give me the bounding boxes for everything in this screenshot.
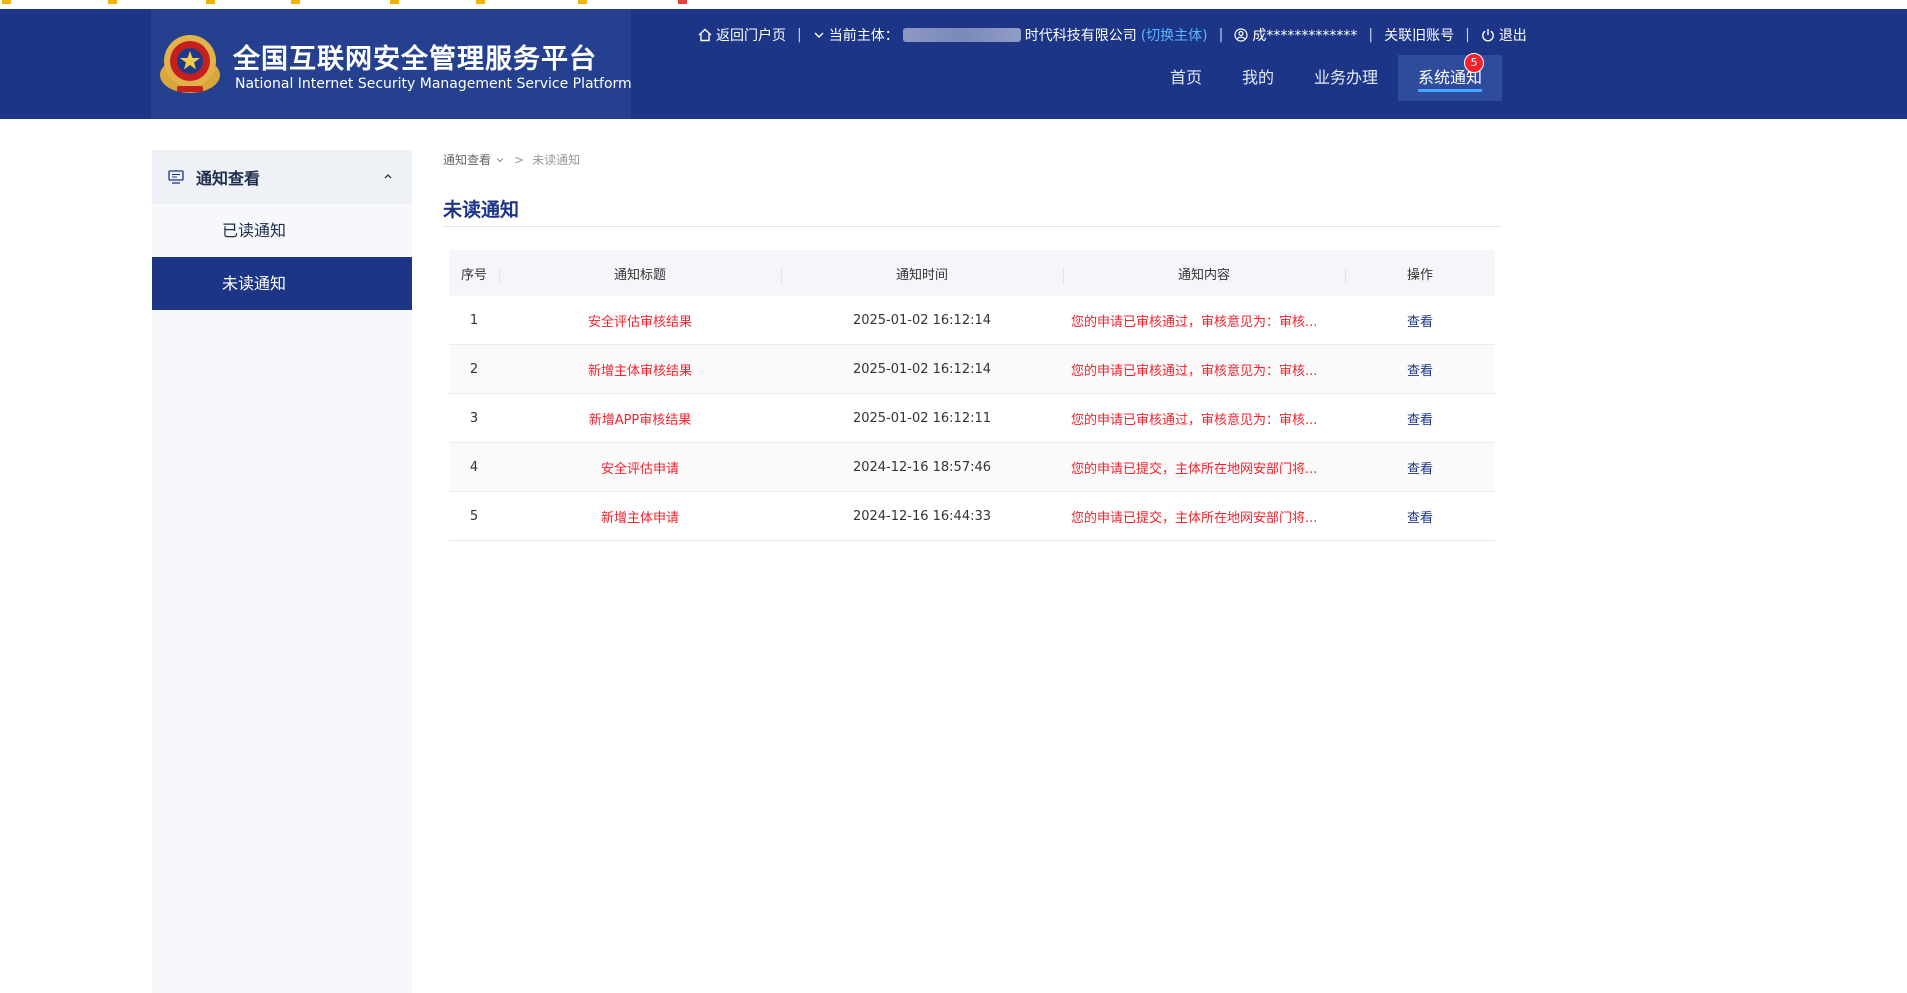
divider: | bbox=[1368, 27, 1374, 43]
divider: | bbox=[797, 27, 802, 43]
chevron-down-icon[interactable] bbox=[494, 154, 506, 166]
table-row: 3 新增APP审核结果 2025-01-02 16:12:11 您的申请已审核通… bbox=[449, 394, 1495, 443]
nav-home[interactable]: 首页 bbox=[1150, 55, 1222, 101]
cell-time: 2024-12-16 18:57:46 bbox=[852, 459, 992, 475]
cell-content: 您的申请已提交，主体所在地网安部门将... bbox=[1071, 510, 1318, 526]
logout-link[interactable]: 退出 bbox=[1499, 25, 1527, 45]
notice-count-badge: 5 bbox=[1464, 53, 1485, 73]
sidebar-item-unread[interactable]: 未读通知 bbox=[152, 257, 412, 310]
cell-content: 您的申请已提交，主体所在地网安部门将... bbox=[1071, 461, 1318, 477]
table-row: 1 安全评估审核结果 2025-01-02 16:12:14 您的申请已审核通过… bbox=[449, 296, 1495, 345]
cell-content: 您的申请已审核通过，审核意见为：审核... bbox=[1071, 412, 1318, 428]
breadcrumb-separator: > bbox=[514, 152, 525, 167]
chevron-up-icon[interactable] bbox=[382, 170, 394, 182]
breadcrumb: 通知查看 > 未读通知 bbox=[443, 151, 580, 168]
column-header-no: 序号 bbox=[460, 267, 487, 283]
view-button[interactable]: 查看 bbox=[1345, 409, 1495, 428]
switch-subject-link[interactable]: (切换主体) bbox=[1141, 25, 1208, 45]
cell-time: 2025-01-02 16:12:11 bbox=[852, 410, 992, 426]
browser-top-strip bbox=[0, 0, 1907, 9]
main-nav: 首页 我的 业务办理 系统通知 5 bbox=[1150, 53, 1503, 101]
divider: | bbox=[1218, 27, 1224, 43]
return-portal-link[interactable]: 返回门户页 bbox=[716, 25, 786, 45]
cell-time: 2025-01-02 16:12:14 bbox=[852, 312, 992, 328]
current-subject-name: 时代科技有限公司 bbox=[1024, 28, 1137, 44]
cell-time: 2024-12-16 16:44:33 bbox=[852, 508, 992, 524]
sidebar-group-notice-view[interactable]: 通知查看 bbox=[152, 150, 412, 204]
brand-title-cn: 全国互联网安全管理服务平台 bbox=[233, 44, 597, 75]
table-header: 序号 通知标题 通知时间 通知内容 操作 bbox=[449, 250, 1495, 296]
cell-title: 新增主体申请 bbox=[600, 510, 679, 526]
cell-content: 您的申请已审核通过，审核意见为：审核... bbox=[1071, 314, 1318, 330]
table-row: 4 安全评估申请 2024-12-16 18:57:46 您的申请已提交，主体所… bbox=[449, 443, 1495, 492]
home-icon bbox=[698, 28, 712, 42]
cell-title: 新增主体审核结果 bbox=[587, 363, 692, 379]
cell-no: 5 bbox=[469, 508, 479, 524]
page-title: 未读通知 bbox=[443, 199, 520, 221]
notice-table: 序号 通知标题 通知时间 通知内容 操作 1 安全评估审核结果 2025-01-… bbox=[449, 250, 1495, 541]
column-header-time: 通知时间 bbox=[781, 264, 1063, 284]
nav-system-notice[interactable]: 系统通知 5 bbox=[1398, 53, 1503, 101]
redacted-subject-name bbox=[902, 28, 1021, 42]
column-header-title: 通知标题 bbox=[499, 264, 781, 284]
user-name[interactable]: 成************* bbox=[1252, 25, 1357, 45]
divider: | bbox=[1465, 27, 1470, 43]
cell-no: 3 bbox=[469, 410, 479, 426]
sidebar-group-label: 通知查看 bbox=[196, 169, 261, 188]
cell-title: 新增APP审核结果 bbox=[588, 412, 692, 428]
current-subject-label: 当前主体： bbox=[828, 28, 899, 44]
sidebar-item-read[interactable]: 已读通知 bbox=[152, 204, 412, 257]
table-row: 5 新增主体申请 2024-12-16 16:44:33 您的申请已提交，主体所… bbox=[449, 492, 1495, 541]
chevron-down-icon[interactable] bbox=[813, 29, 825, 41]
cell-no: 2 bbox=[469, 361, 479, 377]
brand-title-en: National Internet Security Management Se… bbox=[235, 76, 632, 92]
monitor-icon bbox=[168, 170, 184, 184]
view-button[interactable]: 查看 bbox=[1345, 507, 1495, 526]
police-emblem-icon bbox=[160, 35, 220, 93]
cell-content: 您的申请已审核通过，审核意见为：审核... bbox=[1071, 363, 1318, 379]
power-icon bbox=[1481, 28, 1495, 42]
view-button[interactable]: 查看 bbox=[1345, 311, 1495, 330]
view-button[interactable]: 查看 bbox=[1345, 360, 1495, 379]
column-header-action: 操作 bbox=[1345, 264, 1495, 284]
nav-business[interactable]: 业务办理 bbox=[1294, 55, 1398, 101]
brand-block[interactable]: 全国互联网安全管理服务平台 National Internet Security… bbox=[151, 9, 632, 119]
cell-time: 2025-01-02 16:12:14 bbox=[852, 361, 992, 377]
nav-mine[interactable]: 我的 bbox=[1222, 55, 1294, 101]
utility-bar: 返回门户页 | 当前主体： 时代科技有限公司 (切换主体) | 成*******… bbox=[698, 23, 1527, 47]
user-icon bbox=[1234, 28, 1248, 42]
top-header: 全国互联网安全管理服务平台 National Internet Security… bbox=[0, 9, 1907, 119]
title-divider bbox=[443, 226, 1501, 227]
table-row: 2 新增主体审核结果 2025-01-02 16:12:14 您的申请已审核通过… bbox=[449, 345, 1495, 394]
column-header-content: 通知内容 bbox=[1063, 264, 1345, 284]
breadcrumb-parent[interactable]: 通知查看 bbox=[443, 151, 491, 168]
link-old-account-link[interactable]: 关联旧账号 bbox=[1384, 25, 1454, 45]
cell-no: 1 bbox=[469, 312, 479, 328]
breadcrumb-current: 未读通知 bbox=[532, 153, 581, 167]
cell-no: 4 bbox=[469, 459, 479, 475]
cell-title: 安全评估申请 bbox=[600, 461, 679, 477]
cell-title: 安全评估审核结果 bbox=[587, 314, 692, 330]
view-button[interactable]: 查看 bbox=[1345, 458, 1495, 477]
sidebar: 通知查看 已读通知 未读通知 bbox=[152, 150, 412, 993]
